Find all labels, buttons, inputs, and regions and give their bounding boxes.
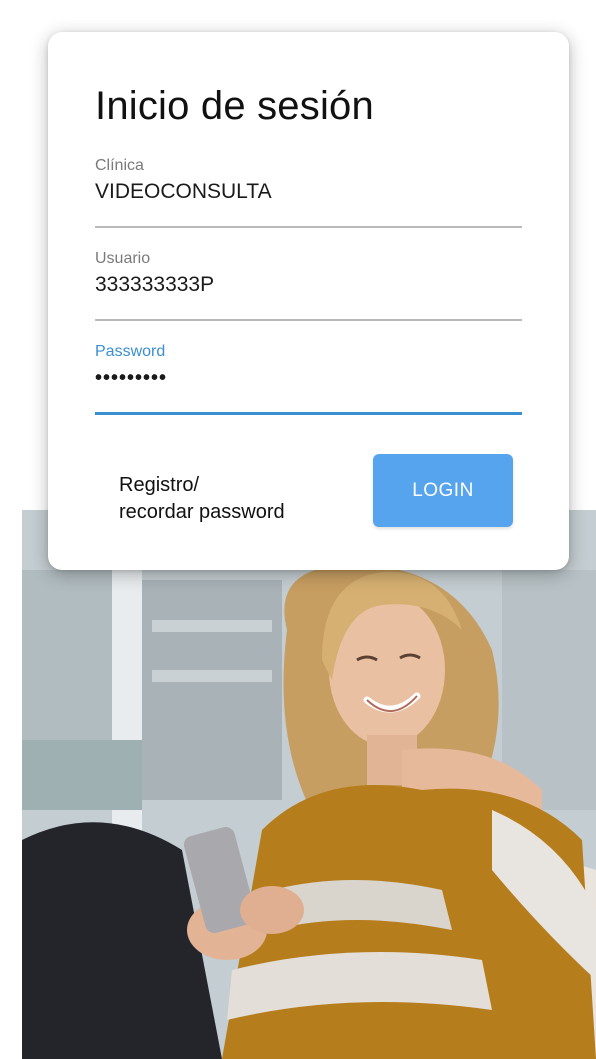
login-button[interactable]: LOGIN [373, 454, 513, 527]
password-input[interactable]: ••••••••• [95, 364, 522, 392]
clinic-underline [95, 226, 522, 228]
user-underline [95, 319, 522, 321]
login-screen: Inicio de sesión Clínica VIDEOCONSULTA U… [0, 0, 596, 1059]
register-link-text: Registro/ recordar password [119, 474, 285, 523]
password-field[interactable]: Password ••••••••• [95, 342, 522, 415]
user-field[interactable]: Usuario 333333333P [95, 249, 522, 321]
login-card: Inicio de sesión Clínica VIDEOCONSULTA U… [48, 32, 569, 570]
page-title: Inicio de sesión [95, 84, 374, 128]
user-input[interactable]: 333333333P [95, 271, 522, 299]
clinic-field[interactable]: Clínica VIDEOCONSULTA [95, 156, 522, 228]
clinic-label: Clínica [95, 157, 144, 174]
hero-photo [22, 510, 596, 1059]
password-underline [95, 412, 522, 415]
woman-with-phone-illustration [22, 510, 596, 1059]
clinic-input[interactable]: VIDEOCONSULTA [95, 178, 522, 206]
user-label: Usuario [95, 250, 151, 267]
password-label: Password [95, 343, 166, 360]
register-recover-link[interactable]: Registro/ recordar password [119, 472, 339, 526]
